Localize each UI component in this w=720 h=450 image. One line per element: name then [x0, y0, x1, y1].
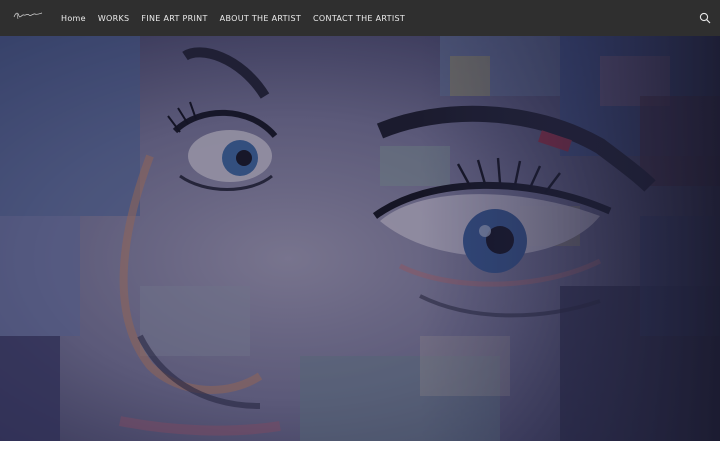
main-nav: Home WORKS FINE ART PRINT ABOUT THE ARTI… [61, 0, 405, 36]
nav-contact-the-artist[interactable]: CONTACT THE ARTIST [313, 14, 405, 23]
nav-fine-art-print[interactable]: FINE ART PRINT [141, 14, 207, 23]
painting-image [0, 36, 720, 441]
footer-strip [0, 441, 720, 450]
search-icon[interactable] [699, 12, 711, 24]
nav-about-the-artist[interactable]: ABOUT THE ARTIST [220, 14, 301, 23]
signature-logo-icon[interactable] [13, 9, 43, 21]
nav-home[interactable]: Home [61, 14, 86, 23]
top-navbar: Home WORKS FINE ART PRINT ABOUT THE ARTI… [0, 0, 720, 36]
hero-painting [0, 36, 720, 441]
nav-works[interactable]: WORKS [98, 14, 130, 23]
